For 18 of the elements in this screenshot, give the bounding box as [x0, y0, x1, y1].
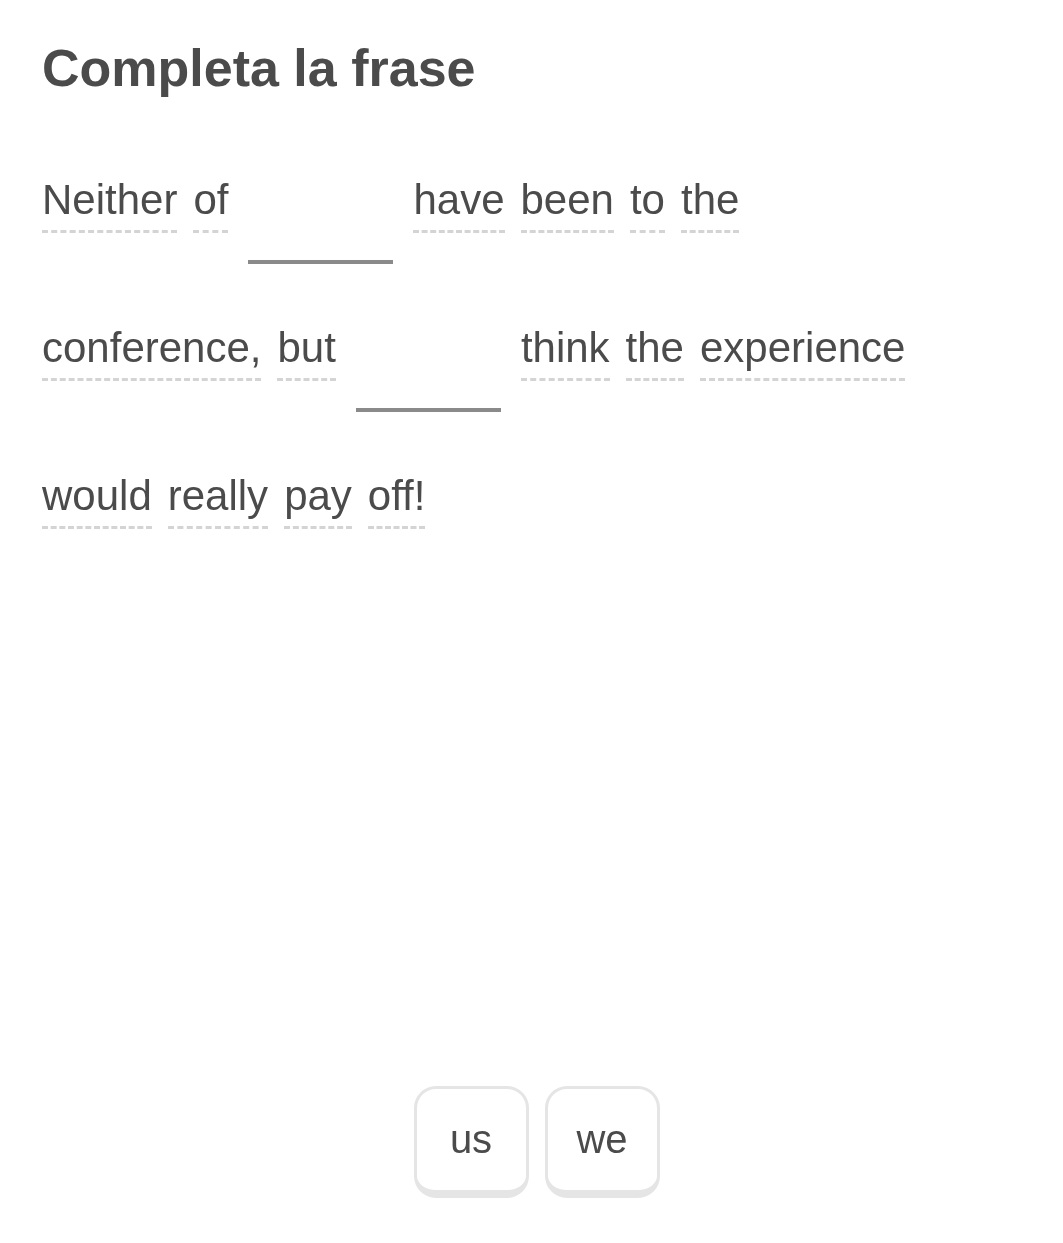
sentence-word[interactable]: the	[681, 176, 740, 233]
sentence-word[interactable]: the	[625, 324, 684, 381]
sentence-word[interactable]: off!	[367, 472, 426, 529]
sentence-word[interactable]: have	[413, 176, 505, 233]
sentence-word[interactable]: of	[193, 176, 229, 233]
word-option-button[interactable]: us	[413, 1086, 529, 1198]
sentence-word[interactable]: experience	[700, 324, 906, 381]
sentence-word[interactable]: to	[629, 176, 665, 233]
sentence-word[interactable]: been	[520, 176, 614, 233]
word-option-button[interactable]: we	[544, 1086, 660, 1198]
sentence-word[interactable]: would	[42, 472, 152, 529]
sentence-word[interactable]: really	[167, 472, 269, 529]
sentence-word[interactable]: conference,	[42, 324, 262, 381]
sentence-word[interactable]: think	[520, 324, 610, 381]
sentence-word[interactable]: Neither	[42, 176, 178, 233]
exercise-title: Completa la frase	[42, 38, 477, 98]
sentence-word[interactable]: but	[277, 324, 336, 381]
sentence-word[interactable]: pay	[284, 472, 352, 529]
